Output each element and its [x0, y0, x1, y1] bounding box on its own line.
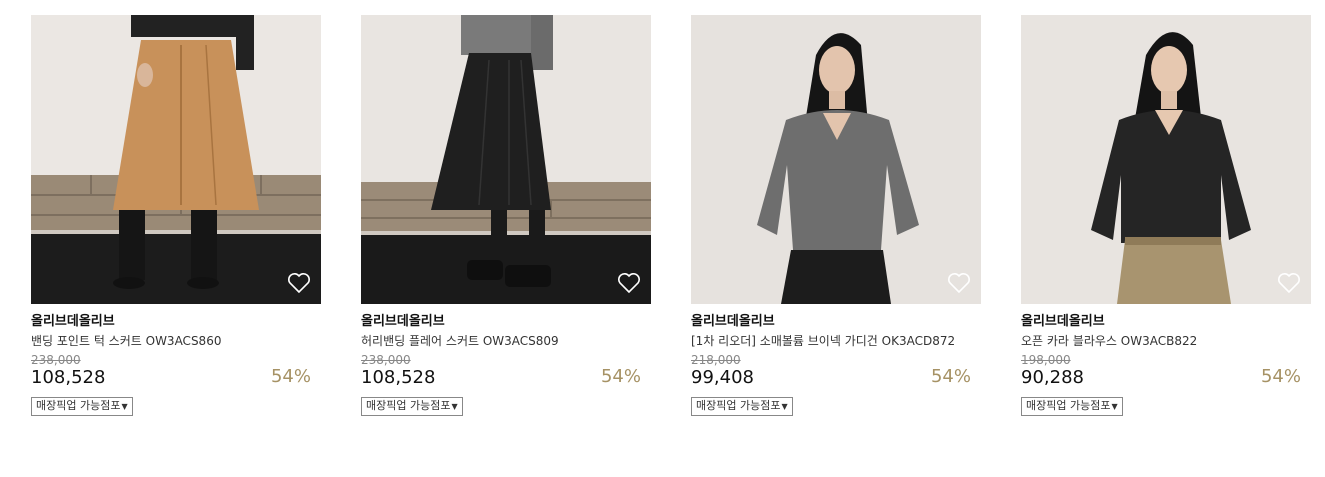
product-name[interactable]: 허리밴딩 플레어 스커트 OW3ACS809 — [361, 333, 651, 349]
price-block: 238,000 108,528 54% — [31, 353, 321, 389]
product-card[interactable]: 올리브데올리브 밴딩 포인트 턱 스커트 OW3ACS860 238,000 1… — [31, 15, 321, 416]
product-card[interactable]: 올리브데올리브 [1차 리오더] 소매볼륨 브이넥 가디건 OK3ACD872 … — [691, 15, 981, 416]
product-grid: 올리브데올리브 밴딩 포인트 턱 스커트 OW3ACS860 238,000 1… — [0, 0, 1325, 477]
heart-outline-icon[interactable] — [947, 272, 971, 294]
discount-rate: 54% — [930, 366, 971, 387]
original-price: 238,000 — [31, 353, 81, 367]
product-photo — [31, 15, 321, 304]
product-image[interactable] — [691, 15, 981, 304]
product-image[interactable] — [31, 15, 321, 304]
discount-rate: 54% — [600, 366, 641, 387]
product-photo — [1021, 15, 1311, 304]
price-block: 218,000 99,408 54% — [691, 353, 981, 389]
caret-down-icon: ▼ — [121, 402, 128, 411]
product-photo — [691, 15, 981, 304]
product-brand: 올리브데올리브 — [1021, 314, 1105, 329]
product-name[interactable]: 오픈 카라 블라우스 OW3ACB822 — [1021, 333, 1311, 349]
price-block: 238,000 108,528 54% — [361, 353, 651, 389]
heart-outline-icon[interactable] — [617, 272, 641, 294]
heart-outline-icon[interactable] — [1277, 272, 1301, 294]
discount-rate: 54% — [1260, 366, 1301, 387]
product-brand: 올리브데올리브 — [691, 314, 775, 329]
caret-down-icon: ▼ — [781, 402, 788, 411]
product-photo — [361, 15, 651, 304]
store-pickup-button[interactable]: 매장픽업 가능점포▼ — [31, 397, 133, 416]
product-image[interactable] — [1021, 15, 1311, 304]
heart-outline-icon[interactable] — [287, 272, 311, 294]
store-pickup-button[interactable]: 매장픽업 가능점포▼ — [691, 397, 793, 416]
product-brand: 올리브데올리브 — [361, 314, 445, 329]
caret-down-icon: ▼ — [451, 402, 458, 411]
store-pickup-label: 매장픽업 가능점포 — [366, 399, 451, 412]
product-name[interactable]: [1차 리오더] 소매볼륨 브이넥 가디건 OK3ACD872 — [691, 333, 981, 349]
original-price: 198,000 — [1021, 353, 1071, 367]
discount-rate: 54% — [270, 366, 311, 387]
product-card[interactable]: 올리브데올리브 허리밴딩 플레어 스커트 OW3ACS809 238,000 1… — [361, 15, 651, 416]
original-price: 238,000 — [361, 353, 411, 367]
store-pickup-label: 매장픽업 가능점포 — [696, 399, 781, 412]
store-pickup-button[interactable]: 매장픽업 가능점포▼ — [1021, 397, 1123, 416]
store-pickup-button[interactable]: 매장픽업 가능점포▼ — [361, 397, 463, 416]
product-brand: 올리브데올리브 — [31, 314, 115, 329]
price-block: 198,000 90,288 54% — [1021, 353, 1311, 389]
product-name[interactable]: 밴딩 포인트 턱 스커트 OW3ACS860 — [31, 333, 321, 349]
original-price: 218,000 — [691, 353, 741, 367]
product-image[interactable] — [361, 15, 651, 304]
store-pickup-label: 매장픽업 가능점포 — [36, 399, 121, 412]
product-card[interactable]: 올리브데올리브 오픈 카라 블라우스 OW3ACB822 198,000 90,… — [1021, 15, 1311, 416]
caret-down-icon: ▼ — [1111, 402, 1118, 411]
store-pickup-label: 매장픽업 가능점포 — [1026, 399, 1111, 412]
